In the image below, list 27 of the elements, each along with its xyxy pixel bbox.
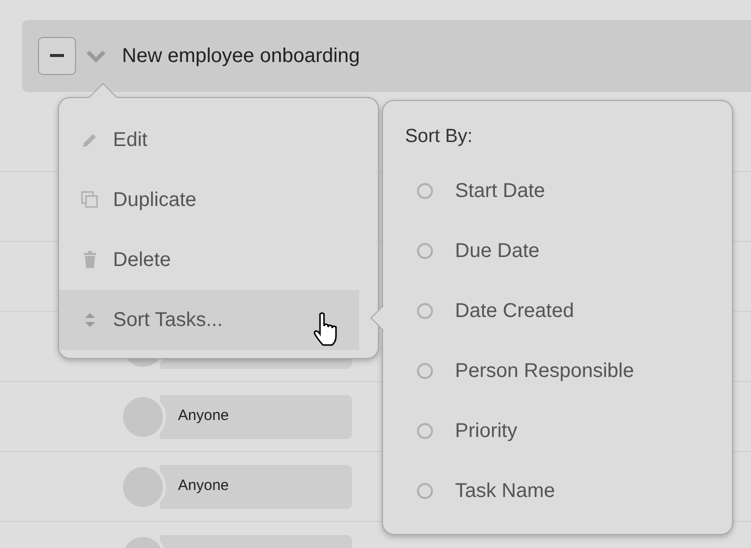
radio-button[interactable] bbox=[417, 183, 433, 199]
menu-item[interactable]: Duplicate bbox=[59, 170, 359, 230]
pencil-icon bbox=[81, 131, 99, 149]
radio-button[interactable] bbox=[417, 303, 433, 319]
sort-option[interactable]: Due Date bbox=[405, 221, 540, 281]
sort-option[interactable]: Person Responsible bbox=[405, 341, 634, 401]
hand-cursor-icon bbox=[312, 312, 338, 346]
copy-icon bbox=[81, 191, 99, 209]
sort-option[interactable]: Task Name bbox=[405, 461, 556, 521]
collapse-button[interactable] bbox=[38, 37, 76, 75]
sort-option[interactable]: Priority bbox=[405, 401, 518, 461]
assignee-field[interactable]: Anyone bbox=[160, 394, 352, 438]
minus-icon bbox=[50, 54, 64, 58]
menu-item[interactable]: Delete bbox=[59, 230, 359, 290]
menu-item[interactable]: Edit bbox=[59, 110, 359, 170]
trash-icon bbox=[81, 251, 99, 269]
radio-button[interactable] bbox=[417, 363, 433, 379]
chevron-down-icon[interactable] bbox=[86, 50, 106, 62]
group-title: New employee onboarding bbox=[122, 44, 360, 69]
menu-item[interactable]: Sort Tasks... bbox=[59, 290, 359, 350]
sort-option[interactable]: Date Created bbox=[405, 281, 574, 341]
radio-button[interactable] bbox=[417, 243, 433, 259]
sort-option[interactable]: Start Date bbox=[405, 161, 546, 221]
radio-button[interactable] bbox=[417, 483, 433, 499]
sort-by-label: Sort By: bbox=[405, 125, 473, 149]
assignee-field[interactable]: Anyone bbox=[160, 464, 352, 508]
radio-button[interactable] bbox=[417, 423, 433, 439]
